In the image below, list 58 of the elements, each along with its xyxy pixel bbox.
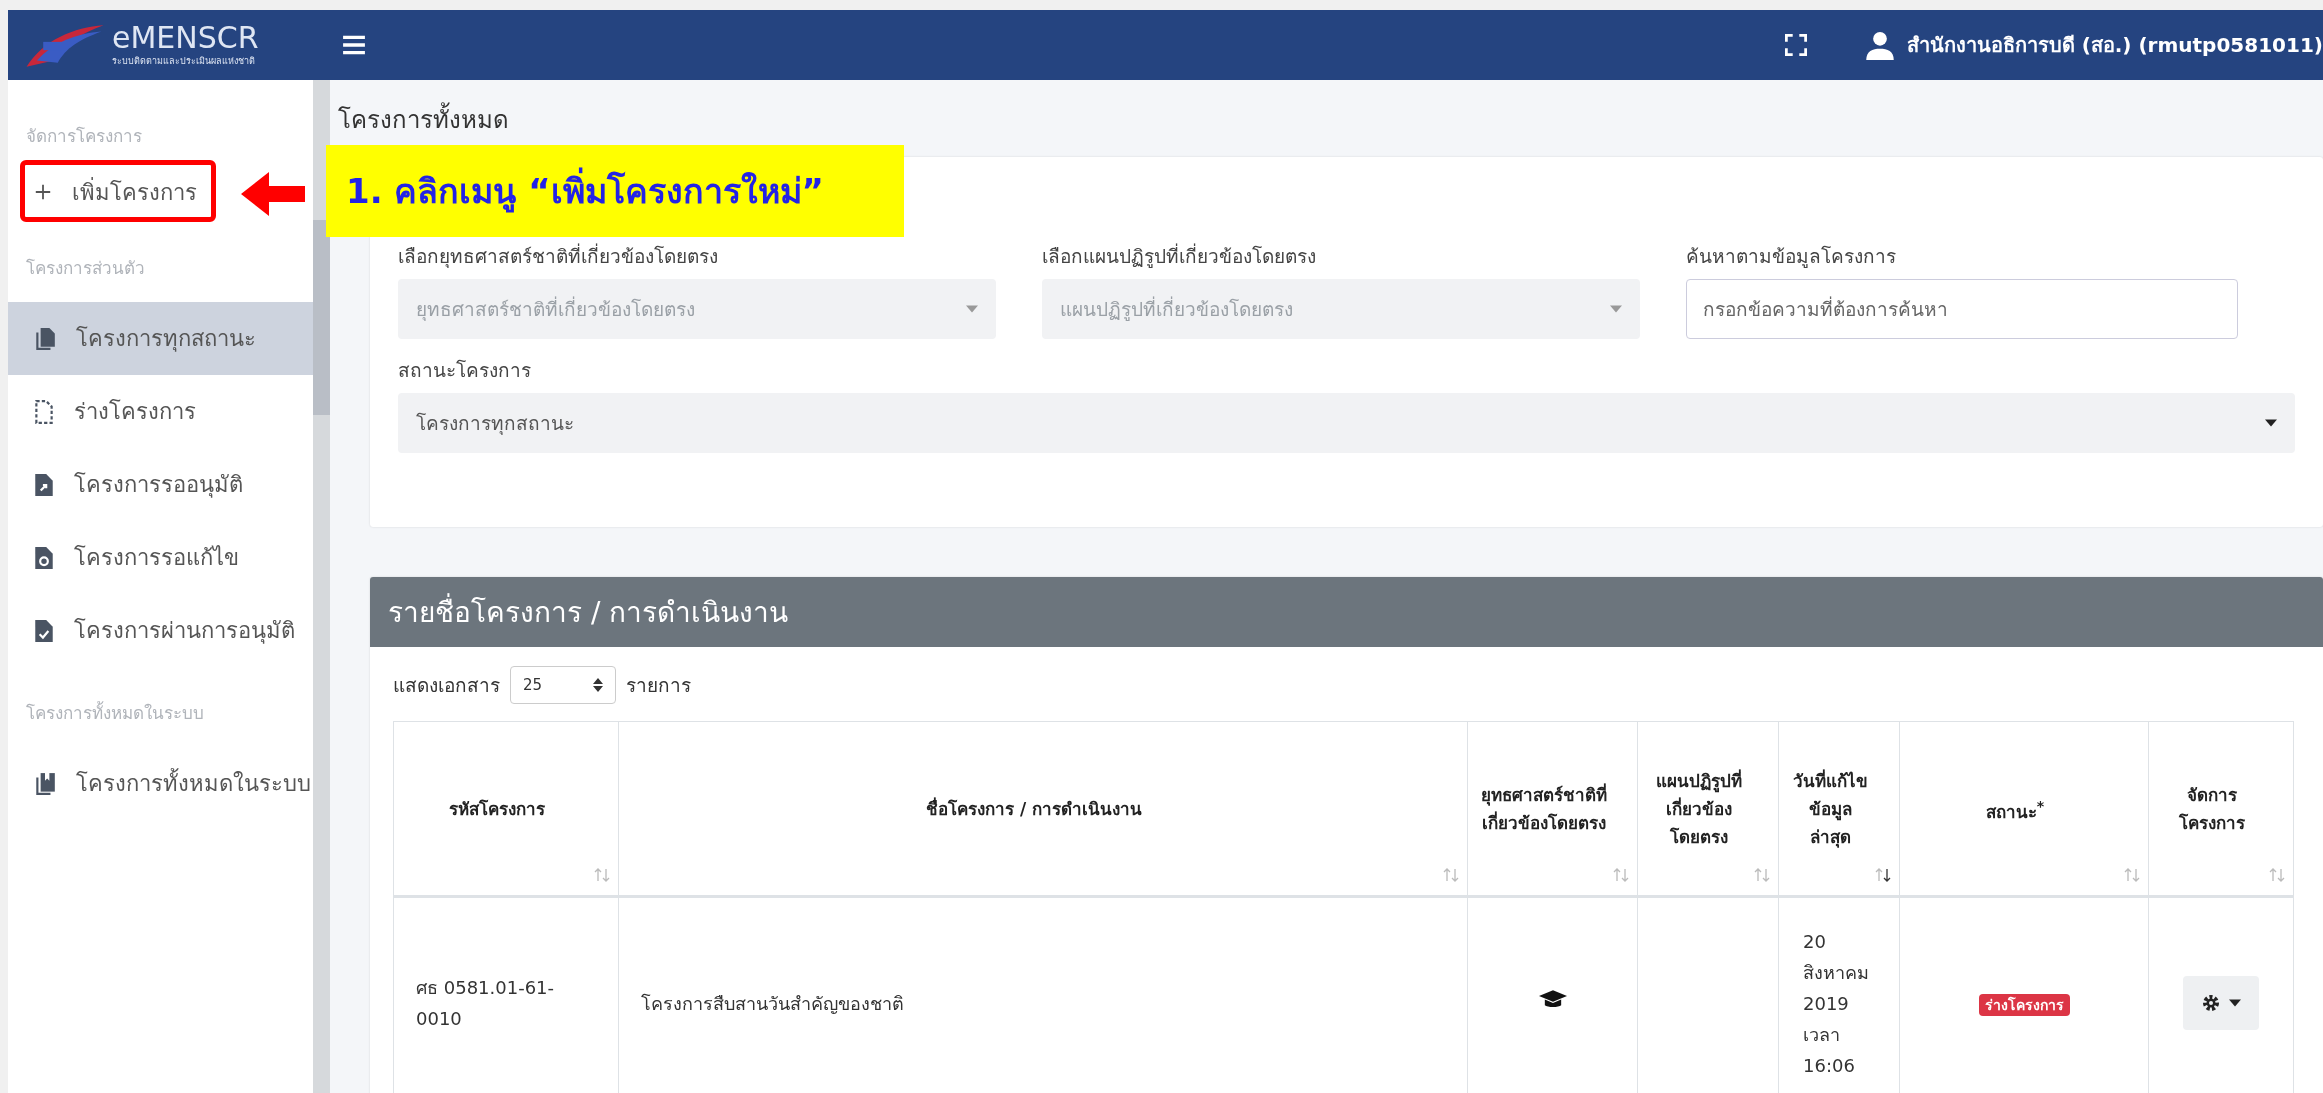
search-field[interactable]: กรอกข้อความที่ต้องการค้นหา (1686, 279, 2238, 339)
pointer-arrow (241, 172, 305, 216)
documents-icon (34, 326, 56, 351)
dashed-document-icon (34, 399, 54, 424)
sort-icon (2269, 867, 2285, 883)
caret-icon (1610, 305, 1622, 313)
column-header[interactable]: วันที่แก้ไขข้อมูลล่าสุด (1778, 721, 1900, 897)
plus-icon (34, 183, 52, 201)
callout-note: 1. คลิกเมนู “เพิ่มโครงการใหม่” (326, 145, 904, 237)
sidebar-item[interactable]: เพิ่มโครงการ (8, 162, 313, 222)
sidebar-item[interactable]: โครงการทั้งหมดในระบบ (8, 747, 313, 820)
field-label: สถานะโครงการ (398, 358, 532, 383)
field-label: ค้นหาตามข้อมูลโครงการ (1686, 244, 1897, 269)
caret-icon (966, 305, 978, 313)
column-header[interactable]: ชื่อโครงการ / การดำเนินงาน (618, 721, 1468, 897)
document-check-icon (34, 618, 54, 643)
field-label: เลือกยุทธศาสตร์ชาติที่เกี่ยวข้องโดยตรง (398, 242, 719, 269)
caret-icon (2265, 419, 2277, 427)
page-size-label: แสดงเอกสาร (393, 673, 500, 698)
document-arrow-icon (34, 472, 54, 497)
sort-icon (594, 867, 610, 883)
menu-icon[interactable] (342, 35, 366, 55)
caret-icon (2229, 999, 2241, 1007)
column-header[interactable]: ยุทธศาสตร์ชาติที่เกี่ยวข้องโดยตรง (1467, 721, 1638, 897)
sidebar-item[interactable]: โครงการผ่านการอนุมัติ (8, 594, 313, 667)
sort-icon (1754, 867, 1770, 883)
sidebar-heading: จัดการโครงการ (25, 125, 143, 148)
status-badge: ร่างโครงการ (1978, 993, 2070, 1016)
column-header[interactable]: สถานะ$^{*}$ (1899, 721, 2149, 897)
field-label: เลือกแผนปฏิรูปที่เกี่ยวข้องโดยตรง (1042, 242, 1317, 269)
sidebar-heading: โครงการทั้งหมดในระบบ (25, 700, 205, 725)
column-header[interactable]: จัดการโครงการ (2148, 721, 2294, 897)
page-size-select[interactable]: 25 (510, 666, 616, 704)
sort-icon (1613, 867, 1629, 883)
sidebar-item[interactable]: โครงการรออนุมัติ (8, 448, 313, 521)
updown-icon (593, 678, 603, 692)
scrollbar-thumb[interactable] (313, 220, 330, 415)
select-field[interactable]: โครงการทุกสถานะ (398, 393, 2295, 453)
sort-icon (1443, 867, 1459, 883)
fullscreen-icon[interactable] (1784, 34, 1807, 56)
table-cell: ศธ 0581.01-61-0010 (393, 896, 619, 1093)
sort-icon (1875, 867, 1891, 883)
sort-icon (2124, 867, 2140, 883)
column-header[interactable]: แผนปฏิรูปที่เกี่ยวข้องโดยตรง (1637, 721, 1779, 897)
book-icon (34, 771, 56, 796)
sidebar-item[interactable]: โครงการรอแก้ไข (8, 521, 313, 594)
user-icon (1864, 30, 1895, 60)
card-title: รายชื่อโครงการ / การดำเนินงาน (370, 577, 2323, 647)
column-header[interactable]: รหัสโครงการ (393, 721, 619, 897)
settings-icon (2201, 993, 2221, 1013)
settings-button[interactable] (2183, 976, 2259, 1030)
page-size-unit: รายการ (626, 673, 691, 698)
user-name[interactable]: สำนักงานอธิการบดี (สอ.) (rmutp0581011) (1906, 29, 2323, 61)
logo-subtitle: ระบบติดตามและประเมินผลแห่งชาติ (112, 55, 256, 68)
logo-title: eMENSCR (112, 22, 259, 54)
sidebar-item[interactable]: ร่างโครงการ (8, 375, 313, 448)
sidebar-item[interactable]: โครงการทุกสถานะ (8, 302, 313, 375)
sidebar-heading: โครงการส่วนตัว (25, 257, 146, 280)
